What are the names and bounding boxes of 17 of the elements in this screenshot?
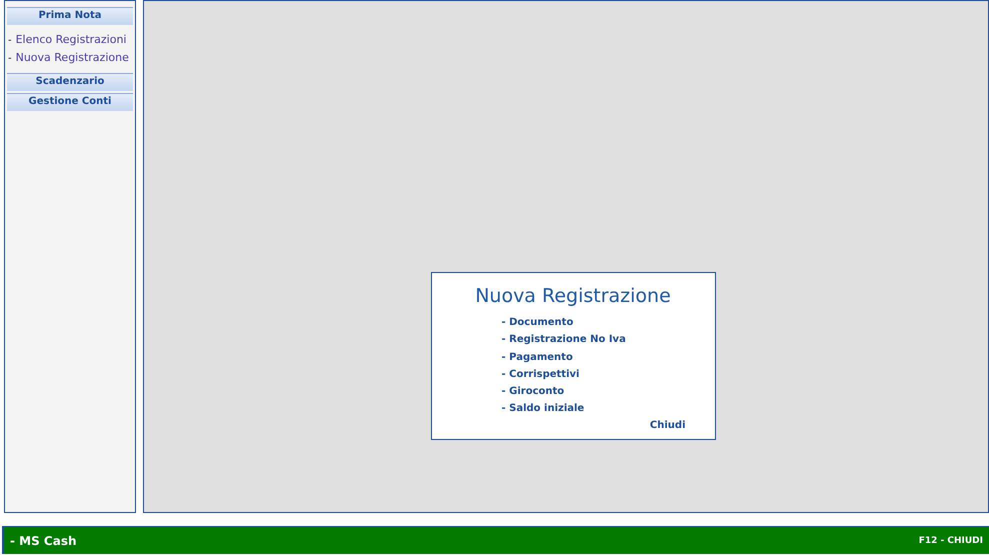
sidebar-link[interactable]: Nuova Registrazione <box>16 49 129 66</box>
option-link[interactable]: - Corrispettivi <box>502 366 714 384</box>
dialog-title: Nuova Registrazione <box>474 285 672 307</box>
option-link[interactable]: - Documento <box>502 314 714 332</box>
shortcut-label[interactable]: F12 - CHIUDI <box>918 536 983 546</box>
option-link[interactable]: - Pagamento <box>502 348 714 366</box>
close-link[interactable]: Chiudi <box>650 420 686 431</box>
section-header[interactable]: Scadenzario <box>7 73 133 91</box>
bullet: - <box>8 52 12 66</box>
sidebar-link[interactable]: Elenco Registrazioni <box>16 31 126 48</box>
option-link[interactable]: - Registrazione No Iva <box>502 331 714 349</box>
app-name: - MS Cash <box>10 534 77 548</box>
section-header[interactable]: Prima Nota <box>7 7 133 25</box>
option-link[interactable]: - Giroconto <box>502 383 714 400</box>
section-header[interactable]: Gestione Conti <box>7 93 133 111</box>
bullet: - <box>8 34 12 48</box>
option-link[interactable]: - Saldo iniziale <box>502 400 714 418</box>
